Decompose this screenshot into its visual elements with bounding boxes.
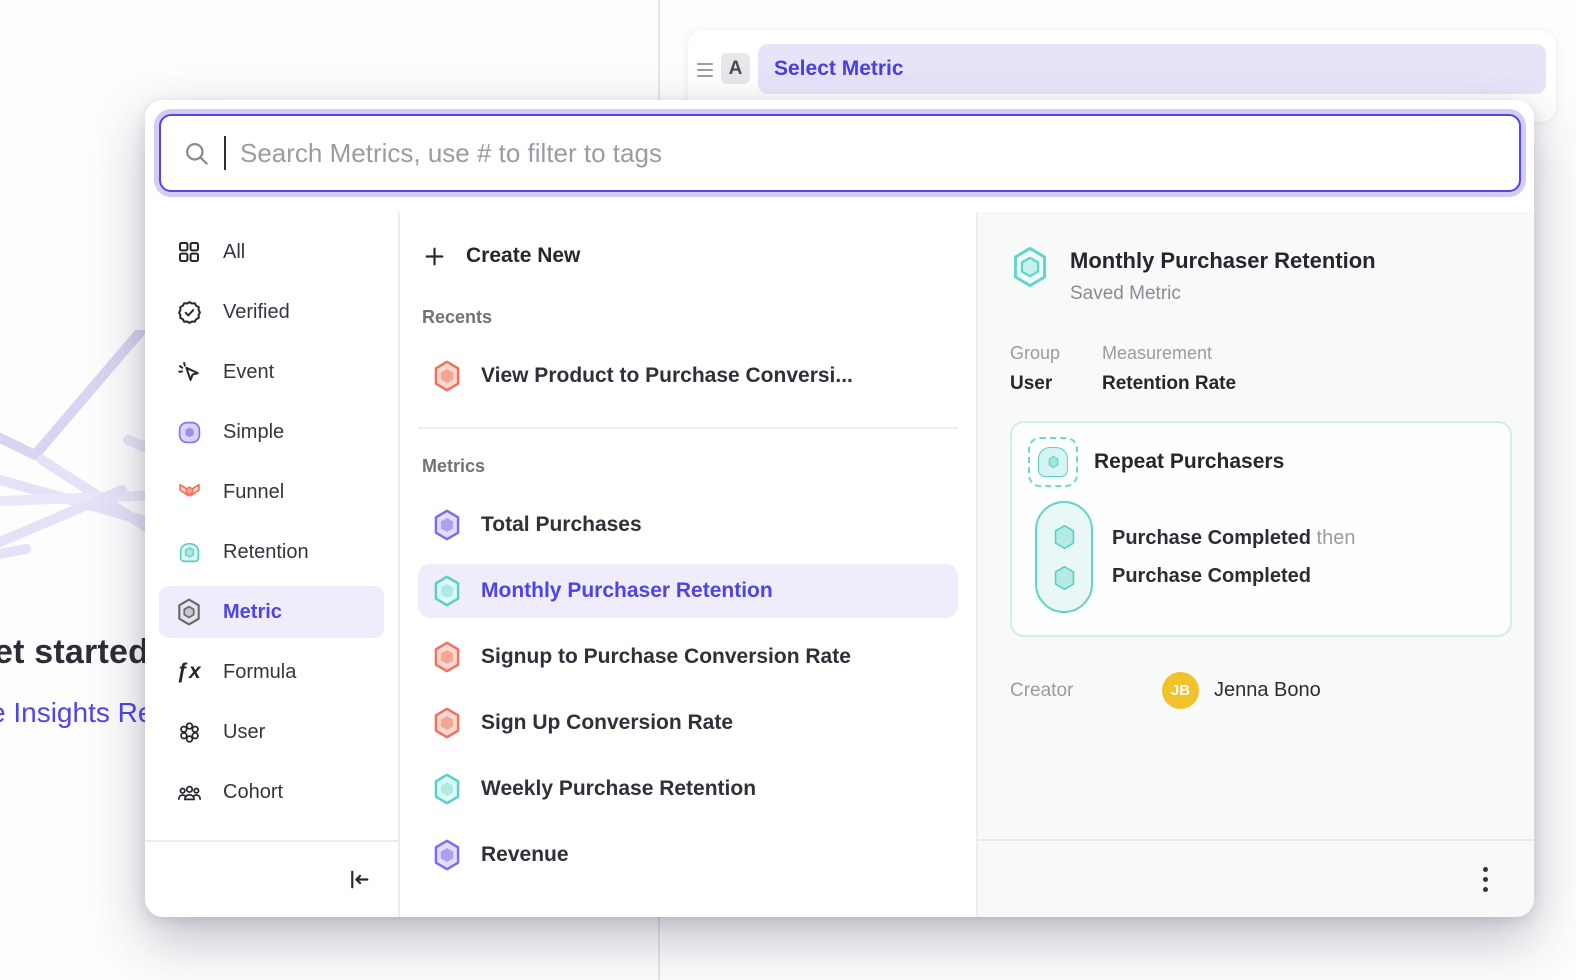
retention-metric-icon: [1010, 246, 1050, 288]
step-connector: then: [1317, 527, 1356, 549]
metric-list-item[interactable]: Signup to Purchase Conversion Rate: [418, 630, 958, 684]
user-cluster-icon: [174, 720, 204, 745]
creator-label: Creator: [1010, 680, 1162, 702]
metric-list-item-selected[interactable]: Monthly Purchaser Retention: [418, 564, 958, 618]
sidebar-footer: [145, 840, 398, 917]
metric-list-item[interactable]: Total Purchases: [418, 498, 958, 552]
create-new-button[interactable]: Create New: [418, 232, 958, 280]
funnel-hexagon-icon: [174, 480, 204, 505]
block-letter-badge[interactable]: A: [721, 53, 750, 84]
metric-item-label: Weekly Purchase Retention: [481, 777, 756, 801]
definition-card: Repeat Purchasers Purchase Completed the…: [1010, 421, 1512, 637]
retention-definition-icon: [1028, 437, 1078, 487]
sidebar-item-event[interactable]: Event: [159, 346, 384, 398]
sidebar-item-cohort[interactable]: Cohort: [159, 766, 384, 818]
cursor-event-icon: [174, 360, 204, 385]
metric-item-label: Monthly Purchaser Retention: [481, 579, 773, 603]
metric-hexagon-icon: [174, 598, 204, 626]
sidebar-item-label: Cohort: [223, 781, 283, 804]
cohort-people-icon: [174, 780, 204, 805]
recent-item-label: View Product to Purchase Conversi...: [481, 364, 853, 388]
background-heading-fragment: et started.: [0, 633, 159, 672]
group-value: User: [1010, 373, 1076, 395]
fx-icon: ƒx: [174, 660, 204, 684]
metric-picker-modal: All Verified Event Simple: [145, 100, 1534, 917]
retention-steps-pill: [1035, 501, 1093, 613]
sidebar-item-label: Metric: [223, 601, 282, 624]
sidebar-item-label: Event: [223, 361, 274, 384]
definition-step-2: Purchase Completed: [1112, 565, 1355, 588]
sidebar-item-metric[interactable]: Metric: [159, 586, 384, 638]
group-label: Group: [1010, 343, 1076, 364]
sidebar-item-label: Funnel: [223, 481, 284, 504]
retention-arch-icon: [174, 540, 204, 565]
search-bar[interactable]: [159, 114, 1521, 192]
search-icon: [183, 140, 210, 167]
recent-item[interactable]: View Product to Purchase Conversi...: [418, 349, 958, 403]
create-new-label: Create New: [466, 244, 580, 268]
sidebar-item-label: Simple: [223, 421, 284, 444]
funnel-metric-icon: [432, 360, 462, 392]
definition-step-1: Purchase Completed then: [1112, 527, 1355, 550]
sidebar-item-label: User: [223, 721, 265, 744]
drag-handle-icon[interactable]: [697, 63, 713, 77]
metric-list-panel: Create New Recents View Product to Purch…: [400, 212, 978, 917]
sidebar-item-all[interactable]: All: [159, 226, 384, 278]
step-hexagon-icon: [1051, 564, 1078, 592]
preview-meta: Group User Measurement Retention Rate: [994, 343, 1512, 395]
sidebar-item-simple[interactable]: Simple: [159, 406, 384, 458]
grid-icon: [174, 240, 204, 264]
preview-footer: [978, 839, 1534, 917]
more-options-button[interactable]: [1477, 861, 1494, 898]
preview-subtitle: Saved Metric: [1070, 283, 1376, 305]
creator-avatar: JB: [1162, 672, 1199, 709]
simple-hexagon-icon: [174, 420, 204, 445]
creator-row: Creator JB Jenna Bono: [994, 672, 1512, 709]
retention-metric-icon: [432, 773, 462, 805]
search-input[interactable]: [240, 138, 1497, 169]
metric-item-label: Signup to Purchase Conversion Rate: [481, 645, 851, 669]
filter-sidebar: All Verified Event Simple: [145, 212, 400, 917]
preview-title: Monthly Purchaser Retention: [1070, 246, 1376, 274]
metric-preview-panel: Monthly Purchaser Retention Saved Metric…: [978, 212, 1534, 917]
metrics-header: Metrics: [422, 456, 954, 477]
sidebar-item-retention[interactable]: Retention: [159, 526, 384, 578]
collapse-sidebar-button[interactable]: [345, 866, 372, 893]
metric-list-item[interactable]: Revenue: [418, 828, 958, 882]
creator-name: Jenna Bono: [1214, 679, 1321, 702]
retention-metric-icon: [432, 575, 462, 607]
step-hexagon-icon: [1051, 523, 1078, 551]
plus-icon: [422, 244, 447, 269]
metric-item-label: Revenue: [481, 843, 569, 867]
simple-metric-icon: [432, 509, 462, 541]
sidebar-item-label: All: [223, 241, 245, 264]
preview-header: Monthly Purchaser Retention Saved Metric: [994, 246, 1512, 305]
select-metric-button[interactable]: Select Metric: [758, 44, 1546, 94]
sidebar-item-funnel[interactable]: Funnel: [159, 466, 384, 518]
sidebar-item-label: Retention: [223, 541, 309, 564]
simple-metric-icon: [432, 839, 462, 871]
sidebar-item-label: Formula: [223, 661, 296, 684]
verified-badge-icon: [174, 300, 204, 325]
funnel-metric-icon: [432, 641, 462, 673]
sidebar-item-user[interactable]: User: [159, 706, 384, 758]
metric-item-label: Total Purchases: [481, 513, 642, 537]
text-caret: [224, 136, 226, 170]
definition-title: Repeat Purchasers: [1094, 450, 1284, 474]
sidebar-item-formula[interactable]: ƒx Formula: [159, 646, 384, 698]
measurement-value: Retention Rate: [1102, 373, 1236, 395]
metric-list-item[interactable]: Sign Up Conversion Rate: [418, 696, 958, 750]
sidebar-item-verified[interactable]: Verified: [159, 286, 384, 338]
background-link-fragment: e Insights Re: [0, 697, 153, 729]
recents-header: Recents: [422, 307, 954, 328]
collapse-icon: [345, 866, 372, 893]
metric-item-label: Sign Up Conversion Rate: [481, 711, 733, 735]
sidebar-item-label: Verified: [223, 301, 290, 324]
metric-list-item[interactable]: Weekly Purchase Retention: [418, 762, 958, 816]
funnel-metric-icon: [432, 707, 462, 739]
measurement-label: Measurement: [1102, 343, 1236, 364]
list-divider: [418, 427, 958, 429]
